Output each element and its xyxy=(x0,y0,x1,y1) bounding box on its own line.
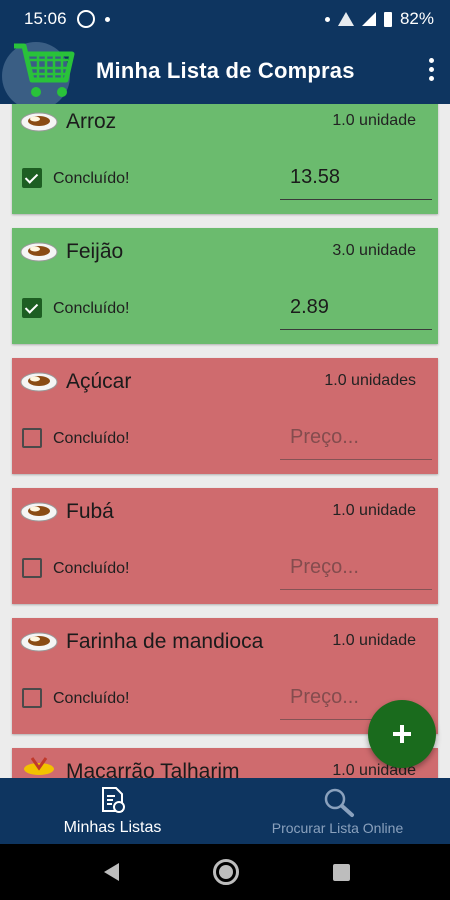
app-bar: Minha Lista de Compras xyxy=(0,38,450,110)
food-plate-icon xyxy=(20,372,58,392)
done-checkbox[interactable] xyxy=(22,428,42,448)
food-plate-icon xyxy=(20,112,58,132)
item-name: Açúcar xyxy=(66,370,132,393)
battery-icon xyxy=(383,11,392,27)
done-label: Concluído! xyxy=(53,170,130,187)
battery-level: 82% xyxy=(399,9,434,28)
wifi-icon xyxy=(337,12,354,26)
notification-dot-icon xyxy=(324,16,330,22)
price-input[interactable]: 13.58 xyxy=(280,154,432,200)
item-name: Macarrão Talharim xyxy=(66,760,240,778)
search-icon xyxy=(324,788,354,817)
done-label: Concluído! xyxy=(53,560,130,577)
done-label: Concluído! xyxy=(53,430,130,447)
home-icon[interactable] xyxy=(213,859,239,885)
overflow-menu-icon[interactable] xyxy=(429,58,434,81)
nav-label: Minhas Listas xyxy=(63,819,162,836)
food-plate-icon xyxy=(20,632,58,652)
list-item[interactable]: Feijão 3.0 unidade Concluído! 2.89 xyxy=(12,228,438,344)
document-list-icon xyxy=(101,787,125,813)
check-icon xyxy=(24,170,39,184)
notification-dot-icon xyxy=(104,16,110,22)
whatsapp-notification-icon xyxy=(76,10,95,28)
price-input[interactable]: 2.89 xyxy=(280,284,432,330)
status-bar: 15:06 82% xyxy=(0,0,450,38)
item-quantity: 1.0 unidade xyxy=(332,632,416,649)
app-title: Minha Lista de Compras xyxy=(96,58,355,83)
price-input[interactable]: Preço... xyxy=(280,414,432,460)
item-name: Feijão xyxy=(66,240,124,263)
pasta-icon xyxy=(24,757,54,775)
price-input[interactable]: Preço... xyxy=(280,544,432,590)
list-item[interactable]: Fubá 1.0 unidade Concluído! Preço... xyxy=(12,488,438,604)
item-name: Farinha de mandioca xyxy=(66,630,264,653)
item-quantity: 3.0 unidade xyxy=(332,242,416,259)
app-logo xyxy=(0,38,90,110)
bottom-navigation: Minhas Listas Procurar Lista Online xyxy=(0,778,450,844)
recents-icon[interactable] xyxy=(333,863,350,881)
done-label: Concluído! xyxy=(53,300,130,317)
food-plate-icon xyxy=(20,242,58,262)
nav-label: Procurar Lista Online xyxy=(271,820,404,836)
system-navigation-bar xyxy=(0,844,450,900)
add-item-button[interactable] xyxy=(368,700,436,768)
item-quantity: 1.0 unidade xyxy=(332,502,416,519)
item-quantity: 1.0 unidade xyxy=(332,112,416,129)
list-item[interactable]: Açúcar 1.0 unidades Concluído! Preço... xyxy=(12,358,438,474)
done-label: Concluído! xyxy=(53,690,130,707)
check-icon xyxy=(24,300,39,314)
item-name: Arroz xyxy=(66,110,117,133)
done-checkbox[interactable] xyxy=(22,298,42,318)
shopping-list[interactable]: Arroz 1.0 unidade Concluído! 13.58 Feijã… xyxy=(0,104,450,778)
done-checkbox[interactable] xyxy=(22,168,42,188)
item-name: Fubá xyxy=(66,500,114,523)
signal-icon xyxy=(361,12,376,26)
list-item[interactable]: Arroz 1.0 unidade Concluído! 13.58 xyxy=(12,104,438,214)
item-quantity: 1.0 unidades xyxy=(324,372,416,389)
status-time: 15:06 xyxy=(24,9,67,28)
done-checkbox[interactable] xyxy=(22,558,42,578)
back-icon[interactable] xyxy=(104,863,119,881)
nav-search-online[interactable]: Procurar Lista Online xyxy=(225,778,450,844)
done-checkbox[interactable] xyxy=(22,688,42,708)
nav-my-lists[interactable]: Minhas Listas xyxy=(0,778,225,844)
food-plate-icon xyxy=(20,502,58,522)
shopping-cart-icon xyxy=(14,43,75,97)
